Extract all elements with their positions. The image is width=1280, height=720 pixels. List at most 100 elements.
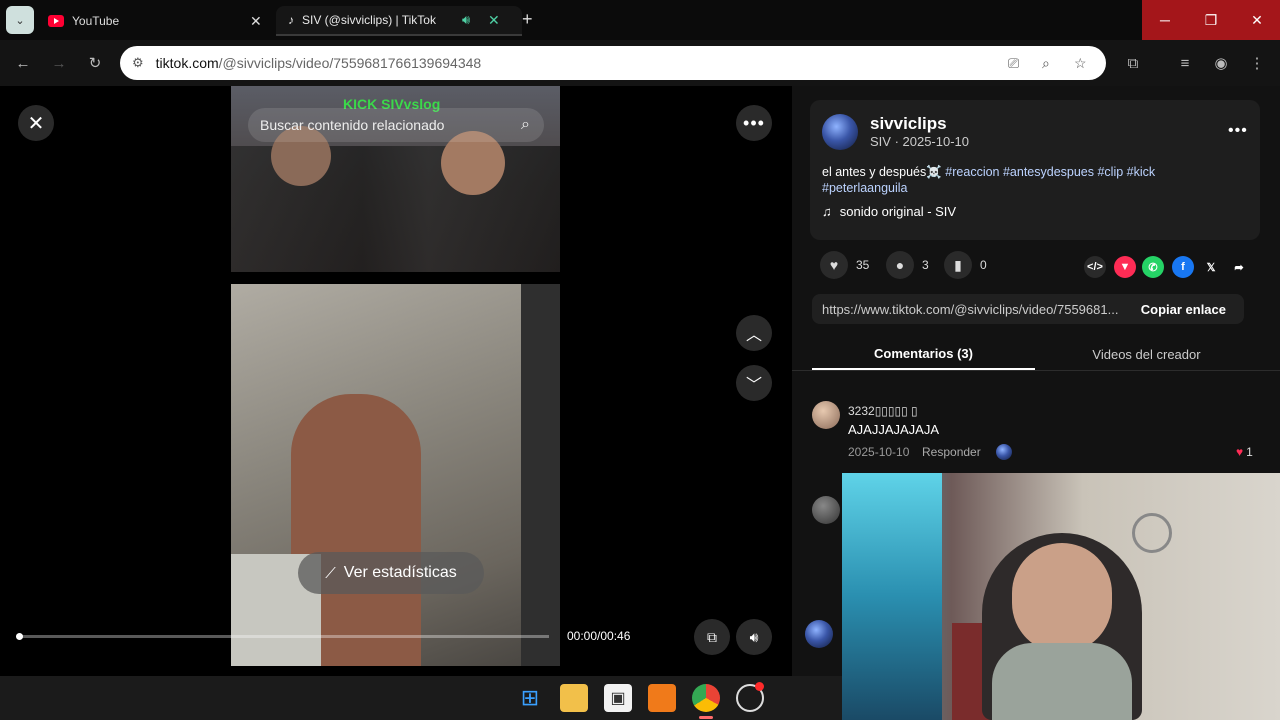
start-menu-icon[interactable]: ⊞ (516, 684, 544, 712)
commenter-avatar[interactable] (812, 496, 840, 524)
tab-creator-videos[interactable]: Videos del creador (1035, 338, 1258, 370)
x-icon[interactable]: 𝕏 (1200, 256, 1222, 278)
reply-button[interactable]: Responder (922, 445, 981, 459)
reload-icon[interactable]: ↻ (82, 50, 108, 76)
tab-search-button[interactable]: ⌄ (6, 6, 34, 34)
webcam-face (1012, 543, 1112, 653)
chrome-icon[interactable] (692, 684, 720, 712)
floating-player-button[interactable]: ⧉ (694, 619, 730, 655)
media-control-icon[interactable]: ≡ (1172, 50, 1198, 76)
tab-tiktok[interactable]: ♪ SIV (@sivviclips) | TikTok 🔊︎ ✕ (276, 6, 522, 36)
divider (792, 370, 1280, 371)
comment-author[interactable]: 3232▯▯▯▯▯ ▯ (848, 404, 918, 418)
music-note-icon: ♫ (822, 204, 832, 219)
speaker-icon[interactable]: 🔊︎ (462, 12, 470, 28)
bookmark-icon: ▮ (944, 251, 972, 279)
whatsapp-icon[interactable]: ✆ (1142, 256, 1164, 278)
new-tab-button[interactable]: + (522, 9, 533, 30)
related-search-placeholder: Buscar contenido relacionado (260, 117, 445, 133)
forward-arrow-icon[interactable]: → (46, 50, 72, 76)
embed-icon[interactable]: </> (1084, 256, 1106, 278)
fl-studio-icon[interactable] (648, 684, 676, 712)
close-tab-icon[interactable]: ✕ (488, 12, 500, 29)
browser-toolbar: ← → ↻ ⚙ tiktok.com/@sivviclips/video/755… (0, 40, 1280, 86)
comment-text: AJAJJAJAJAJA (848, 422, 940, 437)
my-avatar[interactable] (805, 620, 833, 648)
progress-bar[interactable] (18, 635, 549, 638)
commenter-avatar[interactable] (812, 401, 840, 429)
video-frame-bottom[interactable] (231, 284, 560, 666)
zoom-icon[interactable]: ⌕ (1042, 55, 1050, 72)
store-icon[interactable]: ▣ (604, 684, 632, 712)
video-time: 00:00/00:46 (567, 629, 631, 643)
close-window-button[interactable]: ✕ (1234, 0, 1280, 40)
tab-title: SIV (@sivviclips) | TikTok (302, 13, 436, 27)
next-video-button[interactable]: ﹀ (736, 365, 772, 401)
post-meta: SIV · 2025-10-10 (870, 134, 970, 149)
view-stats-button[interactable]: ⟋ Ver estadísticas (298, 552, 484, 594)
extensions-icon[interactable]: ⧉ (1120, 50, 1146, 76)
volume-icon: 🔊︎ (749, 628, 759, 645)
creator-username[interactable]: sivviclips (870, 114, 947, 134)
heart-icon: ♥ (1236, 445, 1244, 459)
install-app-icon[interactable]: ⎚ (1008, 55, 1019, 72)
send-icon[interactable]: ▼ (1114, 256, 1136, 278)
youtube-icon (48, 15, 64, 27)
comment-count: 3 (922, 258, 929, 272)
hashtags[interactable]: #reaccion #antesydespues #clip #kick (945, 165, 1155, 179)
comment-date: 2025-10-10 (848, 445, 910, 459)
comment-like-count: 1 (1246, 445, 1253, 459)
share-arrow-icon[interactable]: ➦ (1228, 256, 1250, 278)
save-button[interactable]: ▮ 0 (944, 251, 987, 279)
address-bar[interactable]: ⚙ tiktok.com/@sivviclips/video/755968176… (120, 46, 1106, 80)
post-link-box: https://www.tiktok.com/@sivviclips/video… (812, 294, 1244, 324)
previous-video-button[interactable]: ︿ (736, 315, 772, 351)
progress-handle[interactable] (16, 633, 23, 640)
video-doorway (521, 284, 560, 666)
webcam-shelf (842, 473, 942, 720)
like-button[interactable]: ♥ 35 (820, 251, 869, 279)
hashtags[interactable]: #peterlaanguila (822, 181, 908, 195)
more-options-button[interactable]: ••• (736, 105, 772, 141)
profile-avatar-icon[interactable]: ◉ (1208, 50, 1234, 76)
back-arrow-icon[interactable]: ← (10, 50, 36, 76)
restore-button[interactable]: ❐ (1188, 0, 1234, 40)
creator-avatar[interactable] (822, 114, 858, 150)
close-video-button[interactable]: ✕ (18, 105, 54, 141)
more-dots-icon[interactable]: ••• (1228, 122, 1248, 140)
facebook-icon[interactable]: f (1172, 256, 1194, 278)
tab-comments[interactable]: Comentarios (3) (812, 338, 1035, 370)
chevron-down-icon: ⌄ (15, 14, 25, 27)
related-search-bar[interactable]: Buscar contenido relacionado ⌕ (248, 108, 544, 142)
tab-youtube[interactable]: YouTube ✕ (40, 6, 270, 36)
close-tab-icon[interactable]: ✕ (250, 13, 262, 30)
site-settings-icon[interactable]: ⚙ (132, 55, 144, 71)
webcam-overlay (842, 473, 1280, 720)
minimize-button[interactable]: ─ (1142, 0, 1188, 40)
comment-like-button[interactable]: ♥ 1 (1236, 445, 1253, 459)
chevron-down-icon: ﹀ (745, 377, 762, 394)
menu-dots-icon[interactable]: ⋮ (1244, 50, 1270, 76)
post-link[interactable]: https://www.tiktok.com/@sivviclips/video… (822, 302, 1118, 317)
view-stats-label: Ver estadísticas (343, 564, 457, 581)
file-explorer-icon[interactable] (560, 684, 588, 712)
url-path: /@sivviclips/video/7559681766139694348 (218, 55, 482, 71)
recording-dot (755, 682, 764, 691)
bookmark-star-icon[interactable]: ☆ (1074, 55, 1087, 72)
close-icon: ✕ (27, 112, 45, 135)
post-info-card: sivviclips SIV · 2025-10-10 ••• el antes… (810, 100, 1260, 240)
volume-button[interactable]: 🔊︎ (736, 619, 772, 655)
sound-label: sonido original - SIV (839, 204, 957, 219)
comment-button[interactable]: ● 3 (886, 251, 929, 279)
windows-taskbar: ⊞ ▣ (0, 676, 842, 720)
webcam-fan (1132, 513, 1172, 553)
post-caption: el antes y después☠️ #reaccion #antesyde… (822, 164, 1242, 196)
browser-tab-strip: ⌄ YouTube ✕ ♪ SIV (@sivviclips) | TikTok… (0, 0, 1280, 40)
like-count: 35 (856, 258, 870, 272)
tiktok-icon: ♪ (288, 13, 294, 27)
comment-icon: ● (886, 251, 914, 279)
sound-link[interactable]: ♫ sonido original - SIV (822, 204, 956, 219)
webcam-shirt (992, 643, 1132, 720)
chart-icon: ⟋ (325, 564, 336, 582)
copy-link-button[interactable]: Copiar enlace (1141, 302, 1226, 317)
